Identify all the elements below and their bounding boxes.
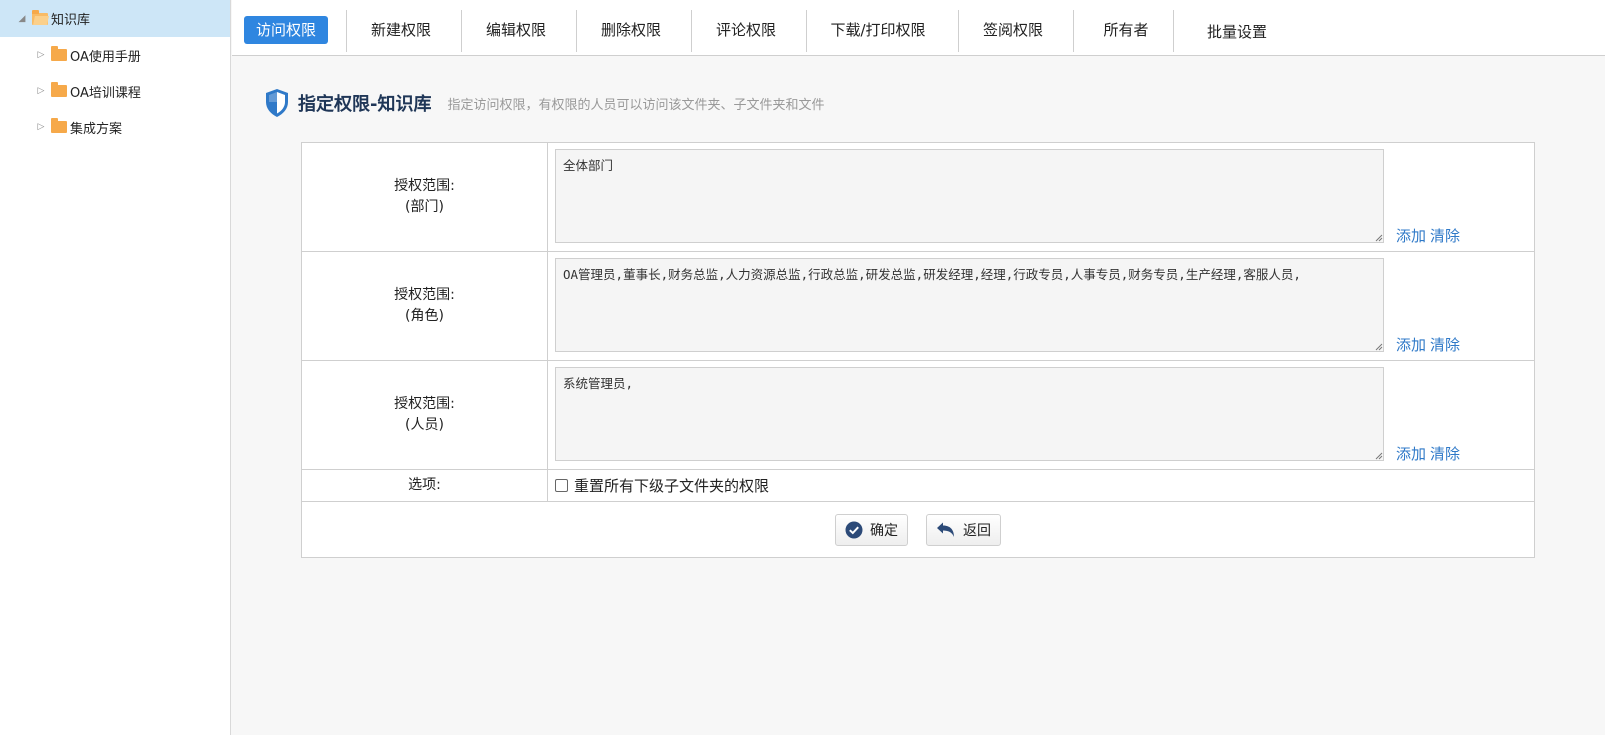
tree-node-oa-training[interactable]: ▷ OA培训课程 [0,73,230,109]
row-actions: 添加 清除 [1396,443,1464,464]
add-button[interactable]: 添加 [1396,336,1426,354]
option-label: 选项: [302,470,548,501]
person-scope-textarea[interactable]: 系统管理员, [555,367,1384,461]
folder-tree: ◢ 知识库 ▷ OA使用手册 ▷ OA培训课程 ▷ 集成方案 [0,0,231,735]
row-label: 授权范围: (人员) [302,361,548,469]
folder-icon [51,118,67,133]
tab-edit-permission[interactable]: 编辑权限 [469,16,563,44]
tab-divider [958,10,959,52]
resize-grip-icon[interactable] [1375,452,1383,460]
tab-owner[interactable]: 所有者 [1081,16,1171,44]
label-line: (人员) [405,417,444,433]
tree-node-label: OA培训课程 [70,85,141,101]
tab-divider [806,10,807,52]
reset-subfolders-option[interactable]: 重置所有下级子文件夹的权限 [548,470,1534,501]
tab-access-permission[interactable]: 访问权限 [244,16,328,44]
label-line: 授权范围: [394,287,455,303]
tab-create-permission[interactable]: 新建权限 [354,16,448,44]
tab-divider [1073,10,1074,52]
form-row-options: 选项: 重置所有下级子文件夹的权限 [302,470,1534,502]
folder-icon [51,46,67,61]
tab-divider [346,10,347,52]
page-title: 指定权限-知识库 [298,94,432,115]
reset-subfolders-label: 重置所有下级子文件夹的权限 [574,477,770,495]
reset-subfolders-checkbox[interactable] [555,479,568,492]
tree-node-integration[interactable]: ▷ 集成方案 [0,109,230,145]
tab-divider [576,10,577,52]
row-value: OA管理员,董事长,财务总监,人力资源总监,行政总监,研发总监,研发经理,经理,… [548,252,1534,360]
tree-node-label: 知识库 [51,13,91,28]
clear-button[interactable]: 清除 [1430,336,1460,354]
tab-divider [1173,10,1174,52]
collapsed-triangle-icon[interactable]: ▷ [35,50,47,60]
row-value: 全体部门 添加 清除 [548,143,1534,251]
row-label: 授权范围: (部门) [302,143,548,251]
form-row-role: 授权范围: (角色) OA管理员,董事长,财务总监,人力资源总监,行政总监,研发… [302,252,1534,361]
label-line: (角色) [405,308,444,324]
row-actions: 添加 清除 [1396,334,1464,355]
collapsed-triangle-icon[interactable]: ▷ [35,122,47,132]
form-row-person: 授权范围: (人员) 系统管理员, 添加 清除 [302,361,1534,470]
folder-icon [51,82,67,97]
back-button[interactable]: 返回 [926,513,1001,546]
expanded-triangle-icon[interactable]: ◢ [16,14,28,24]
undo-arrow-icon [937,522,954,537]
shield-icon [266,89,288,117]
permission-tabs: 访问权限 新建权限 编辑权限 删除权限 评论权限 下载/打印权限 签阅权限 所有… [232,0,1605,56]
page-header: 指定权限-知识库 指定访问权限，有权限的人员可以访问该文件夹、子文件夹和文件 [264,86,825,120]
check-circle-icon [845,521,863,538]
add-button[interactable]: 添加 [1396,445,1426,463]
role-scope-textarea[interactable]: OA管理员,董事长,财务总监,人力资源总监,行政总监,研发总监,研发经理,经理,… [555,258,1384,352]
tab-sign-permission[interactable]: 签阅权限 [966,16,1060,44]
tab-delete-permission[interactable]: 删除权限 [584,16,678,44]
tree-node-root[interactable]: ◢ 知识库 [0,0,230,37]
tab-download-print-permission[interactable]: 下载/打印权限 [814,16,942,44]
tab-batch-settings[interactable]: 批量设置 [1181,18,1293,46]
form-row-department: 授权范围: (部门) 全体部门 添加 清除 [302,143,1534,252]
form-actions: 确定 返回 [302,502,1534,557]
tree-node-oa-manual[interactable]: ▷ OA使用手册 [0,37,230,73]
tab-divider [461,10,462,52]
resize-grip-icon[interactable] [1375,343,1383,351]
row-actions: 添加 清除 [1396,225,1464,246]
collapsed-triangle-icon[interactable]: ▷ [35,86,47,96]
tab-divider [691,10,692,52]
add-button[interactable]: 添加 [1396,227,1426,245]
tab-comment-permission[interactable]: 评论权限 [699,16,793,44]
page-description: 指定访问权限，有权限的人员可以访问该文件夹、子文件夹和文件 [447,97,825,113]
department-scope-textarea[interactable]: 全体部门 [555,149,1384,243]
label-line: 授权范围: [394,396,455,412]
row-value: 重置所有下级子文件夹的权限 [548,470,1534,501]
folder-open-icon [32,9,48,25]
tree-node-label: OA使用手册 [70,49,141,65]
permission-form: 授权范围: (部门) 全体部门 添加 清除 授权范围: (角色) OA管理员,董事… [301,142,1535,558]
row-label: 授权范围: (角色) [302,252,548,360]
clear-button[interactable]: 清除 [1430,227,1460,245]
label-line: 授权范围: [394,178,455,194]
label-line: (部门) [405,199,444,215]
clear-button[interactable]: 清除 [1430,445,1460,463]
row-value: 系统管理员, 添加 清除 [548,361,1534,469]
confirm-button[interactable]: 确定 [835,513,908,546]
resize-grip-icon[interactable] [1375,234,1383,242]
tree-node-label: 集成方案 [70,121,123,137]
back-label: 返回 [963,522,991,539]
confirm-label: 确定 [870,522,898,539]
